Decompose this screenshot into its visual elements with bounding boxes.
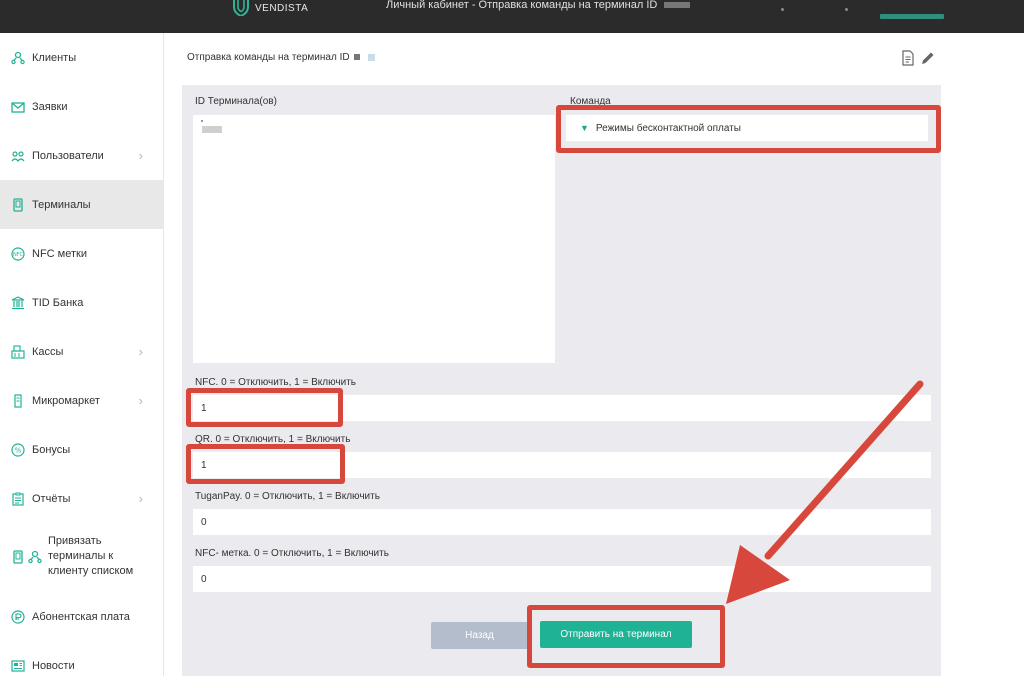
annotation-arrow — [726, 380, 924, 604]
